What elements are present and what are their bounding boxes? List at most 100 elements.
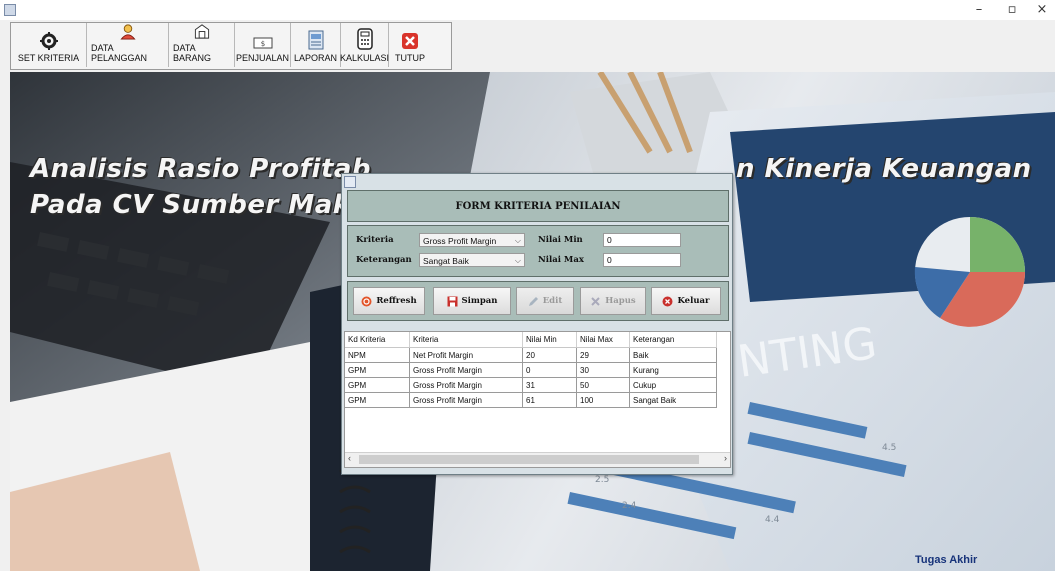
kalkulasi-label: KALKULASI <box>339 53 390 63</box>
table-row[interactable]: GPM Gross Profit Margin 61 100 Sangat Ba… <box>345 392 717 408</box>
column-header[interactable]: Kd Kriteria <box>345 332 410 348</box>
criteria-form-panel: Kriteria Gross Profit Margin ⌵ Nilai Min… <box>347 225 729 277</box>
box-icon <box>194 24 209 39</box>
scroll-left-icon[interactable]: ‹ <box>348 453 351 463</box>
table-cell: 20 <box>522 347 577 363</box>
table-cell: GPM <box>345 362 410 378</box>
table-row[interactable]: GPM Gross Profit Margin 31 50 Cukup <box>345 377 717 393</box>
simpan-button[interactable]: Simpan <box>433 287 511 315</box>
data-barang-button[interactable]: DATA BARANG <box>169 23 235 67</box>
table-row[interactable]: NPM Net Profit Margin 20 29 Baik <box>345 347 717 363</box>
delete-icon <box>591 296 600 306</box>
table-cell: Net Profit Margin <box>409 347 523 363</box>
form-kriteria-dialog: FORM KRITERIA PENILAIAN Kriteria Gross P… <box>341 173 733 475</box>
set-kriteria-label: SET KRITERIA <box>17 53 80 63</box>
dialog-title: FORM KRITERIA PENILAIAN <box>347 190 729 222</box>
gear-icon <box>39 32 58 50</box>
table-cell: Gross Profit Margin <box>409 392 523 408</box>
keluar-button[interactable]: Keluar <box>651 287 721 315</box>
tugas-akhir-label: Tugas Akhir <box>915 554 978 566</box>
column-header[interactable]: Kriteria <box>409 332 523 348</box>
hapus-label: Hapus <box>605 296 636 306</box>
action-buttons-panel: Reffresh Simpan Edit Hapus Keluar <box>347 281 729 321</box>
table-cell: Kurang <box>629 362 717 378</box>
table-cell: GPM <box>345 377 410 393</box>
report-icon <box>308 30 323 50</box>
tutup-label: TUTUP <box>395 53 425 63</box>
kalkulasi-button[interactable]: KALKULASI <box>339 23 390 67</box>
table-cell: 29 <box>576 347 630 363</box>
table-cell: Baik <box>629 347 717 363</box>
nilai-max-label: Nilai Max <box>538 255 584 265</box>
chevron-down-icon: ⌵ <box>514 236 521 245</box>
nilai-max-field[interactable]: 0 <box>603 253 681 267</box>
edit-button[interactable]: Edit <box>516 287 574 315</box>
laporan-label: LAPORAN <box>294 53 338 63</box>
column-header[interactable]: Keterangan <box>629 332 717 348</box>
close-window-button[interactable]: × <box>1033 2 1051 17</box>
criteria-table[interactable]: Kd Kriteria Kriteria Nilai Min Nilai Max… <box>344 331 731 468</box>
save-icon <box>447 296 457 306</box>
minimize-button[interactable]: – <box>970 2 988 17</box>
simpan-label: Simpan <box>461 296 498 306</box>
laporan-button[interactable]: LAPORAN <box>291 23 341 67</box>
exit-icon <box>662 296 673 306</box>
customer-icon <box>119 24 136 40</box>
table-cell: Gross Profit Margin <box>409 362 523 378</box>
table-cell: 61 <box>522 392 577 408</box>
refresh-icon <box>361 296 372 306</box>
kriteria-combo-value: Gross Profit Margin <box>423 236 497 246</box>
dialog-icon <box>344 176 356 188</box>
table-cell: NPM <box>345 347 410 363</box>
penjualan-label: PENJUALAN <box>236 53 290 63</box>
cash-icon: $ <box>253 37 272 49</box>
scrollbar-thumb[interactable] <box>359 455 699 464</box>
scroll-right-icon[interactable]: › <box>724 453 727 463</box>
window-titlebar: – ▫ × <box>0 0 1055 20</box>
data-pelanggan-label: DATA PELANGGAN <box>91 43 148 63</box>
refresh-label: Reffresh <box>376 296 417 306</box>
svg-text:2.5: 2.5 <box>595 475 609 485</box>
calculator-icon <box>356 28 373 50</box>
column-header[interactable]: Nilai Max <box>576 332 630 348</box>
nilai-min-field[interactable]: 0 <box>603 233 681 247</box>
keterangan-combo[interactable]: Sangat Baik ⌵ <box>419 253 525 267</box>
set-kriteria-button[interactable]: SET KRITERIA <box>11 23 87 67</box>
data-barang-label: DATA BARANG <box>173 43 212 63</box>
svg-text:4.4: 4.4 <box>765 515 780 525</box>
kriteria-label: Kriteria <box>356 235 394 245</box>
penjualan-button[interactable]: $ PENJUALAN <box>235 23 291 67</box>
svg-text:2.4: 2.4 <box>622 501 637 511</box>
main-toolbar: SET KRITERIA DATA PELANGGAN DATA BARANG … <box>10 22 452 70</box>
tutup-button[interactable]: TUTUP <box>389 23 431 67</box>
pencil-icon <box>528 296 538 306</box>
chevron-down-icon: ⌵ <box>514 256 521 265</box>
table-cell: 50 <box>576 377 630 393</box>
horizontal-scrollbar[interactable]: ‹ › <box>345 452 730 467</box>
table-cell: GPM <box>345 392 410 408</box>
table-cell: Cukup <box>629 377 717 393</box>
nilai-min-label: Nilai Min <box>538 235 583 245</box>
app-icon <box>4 4 16 16</box>
table-cell: 30 <box>576 362 630 378</box>
edit-label: Edit <box>542 296 563 306</box>
table-row[interactable]: GPM Gross Profit Margin 0 30 Kurang <box>345 362 717 378</box>
table-cell: 31 <box>522 377 577 393</box>
keterangan-label: Keterangan <box>356 255 412 265</box>
table-cell: Sangat Baik <box>629 392 717 408</box>
refresh-button[interactable]: Reffresh <box>353 287 425 315</box>
maximize-button[interactable]: ▫ <box>1003 2 1021 17</box>
keluar-label: Keluar <box>677 296 710 306</box>
table-cell: 0 <box>522 362 577 378</box>
headline-line1-left: Analisis Rasio Profitab <box>30 154 372 184</box>
hapus-button[interactable]: Hapus <box>580 287 646 315</box>
table-header-row: Kd Kriteria Kriteria Nilai Min Nilai Max… <box>345 332 717 348</box>
kriteria-combo[interactable]: Gross Profit Margin ⌵ <box>419 233 525 247</box>
table-cell: 100 <box>576 392 630 408</box>
column-header[interactable]: Nilai Min <box>522 332 577 348</box>
headline-line2-left: Pada CV Sumber Makr <box>30 190 364 220</box>
table-cell: Gross Profit Margin <box>409 377 523 393</box>
svg-text:$: $ <box>260 40 264 48</box>
data-pelanggan-button[interactable]: DATA PELANGGAN <box>87 23 169 67</box>
close-icon <box>402 33 418 49</box>
